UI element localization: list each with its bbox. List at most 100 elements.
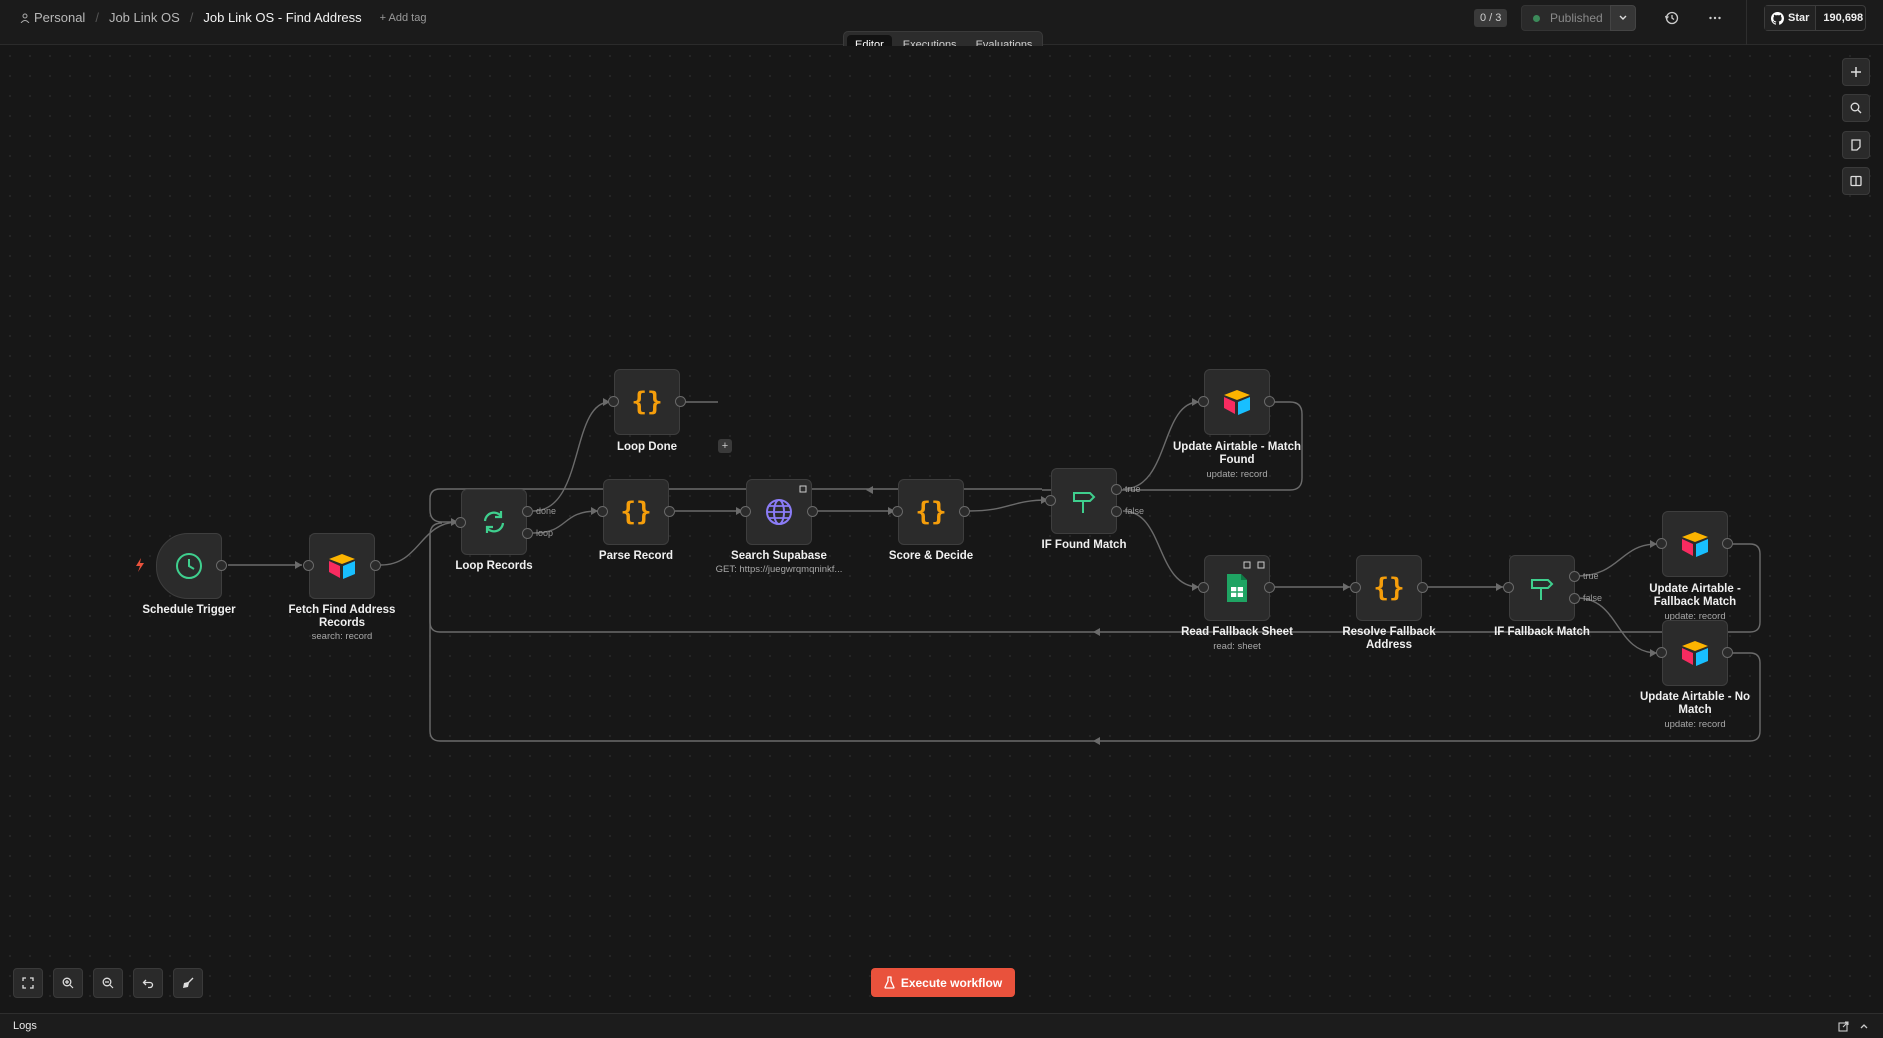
output-handle[interactable] [675,396,686,407]
fit-screen-icon [22,977,34,989]
output-handle-false[interactable] [1569,593,1580,604]
node-label: Update Airtable - No Match [1639,691,1751,716]
input-handle[interactable] [1198,396,1209,407]
sticky-note-button[interactable] [1842,131,1870,159]
node-label: Resolve Fallback Address [1342,626,1436,651]
code-icon: {} [915,497,947,527]
node-subtitle: update: record [1664,719,1726,730]
google-sheets-icon [1227,574,1247,602]
node-loop-records[interactable] [461,489,527,555]
node-loop-done[interactable]: {} [614,369,680,435]
airtable-icon [1682,532,1708,557]
arrowhead [1093,628,1100,636]
zoom-in-button[interactable] [53,968,83,998]
output-handle[interactable] [1417,582,1428,593]
add-node-panel-button[interactable] [1842,58,1870,86]
undo-button[interactable] [133,968,163,998]
input-handle[interactable] [1350,582,1361,593]
output-handle[interactable] [807,506,818,517]
input-handle[interactable] [1656,538,1667,549]
output-handle-true[interactable] [1569,571,1580,582]
branch-label-true: true [1125,484,1141,494]
output-handle[interactable] [664,506,675,517]
airtable-icon [329,554,355,579]
workflow-canvas[interactable]: Schedule Trigger Fetch Find Address Reco… [0,46,1883,1014]
input-handle[interactable] [1503,582,1514,593]
add-node-button[interactable]: + [718,439,732,453]
note-icon [1851,139,1861,151]
node-update-no-match[interactable] [1662,620,1728,686]
popout-icon[interactable] [1838,1021,1849,1032]
node-label: Update Airtable - Match Found [1172,441,1301,466]
code-icon: {} [620,497,652,527]
tidy-up-button[interactable] [173,968,203,998]
execute-label: Execute workflow [900,975,1003,990]
toggle-panel-button[interactable] [1842,167,1870,195]
node-subtitle: GET: https://juegwrqmqninkf... [715,564,843,575]
search-nodes-button[interactable] [1842,94,1870,122]
input-handle[interactable] [740,506,751,517]
loop-icon [483,511,505,533]
output-handle-loop[interactable] [522,528,533,539]
node-label: Loop Records [455,560,533,572]
logs-panel[interactable]: Logs [0,1013,1883,1038]
input-handle[interactable] [1198,582,1209,593]
input-handle[interactable] [1045,495,1056,506]
arrowhead [1343,583,1350,591]
branch-label-loop: loop [536,528,554,538]
output-handle[interactable] [959,506,970,517]
chevron-up-icon[interactable] [1859,1022,1869,1030]
airtable-icon [1682,641,1708,666]
node-label: IF Fallback Match [1494,626,1590,638]
node-if-fallback-match[interactable] [1509,555,1575,621]
arrowhead [1093,737,1100,745]
signpost-icon [1073,492,1096,513]
node-label: IF Found Match [1041,539,1127,551]
logs-title: Logs [13,1020,37,1032]
input-handle[interactable] [303,560,314,571]
node-resolve-fallback[interactable]: {} [1356,555,1422,621]
node-update-match-found[interactable] [1204,369,1270,435]
output-handle[interactable] [1264,582,1275,593]
output-handle[interactable] [1722,538,1733,549]
retry-icon [1257,561,1265,569]
retry-icon [799,485,807,493]
node-update-fallback-match[interactable] [1662,511,1728,577]
input-handle[interactable] [455,517,466,528]
output-handle-true[interactable] [1111,484,1122,495]
output-handle-false[interactable] [1111,506,1122,517]
flask-icon [884,976,895,989]
signpost-icon [1531,579,1554,600]
node-label: Search Supabase [731,550,827,562]
branch-label-done: done [536,506,557,516]
input-handle[interactable] [597,506,608,517]
output-handle[interactable] [1722,647,1733,658]
connection [968,499,1049,512]
node-subtitle: update: record [1206,469,1268,480]
trigger-bolt-icon [136,558,144,572]
output-handle[interactable] [216,560,227,571]
node-schedule-trigger[interactable] [156,533,222,599]
node-parse-record[interactable]: {} [603,479,669,545]
node-search-supabase[interactable] [746,479,812,545]
zoom-out-button[interactable] [93,968,123,998]
undo-icon [142,979,154,989]
node-fetch-records[interactable] [309,533,375,599]
arrowhead [866,486,873,494]
connection [380,521,459,566]
node-if-found-match[interactable] [1051,468,1117,534]
connection [532,401,611,512]
pin-icon [1243,561,1251,569]
output-handle[interactable] [1264,396,1275,407]
node-read-fallback-sheet[interactable] [1204,555,1270,621]
node-score-decide[interactable]: {} [898,479,964,545]
output-handle-done[interactable] [522,506,533,517]
output-handle[interactable] [370,560,381,571]
code-icon: {} [1373,573,1405,603]
fit-view-button[interactable] [13,968,43,998]
execute-workflow-button[interactable]: Execute workflow [871,968,1015,997]
arrowhead [295,561,302,569]
input-handle[interactable] [892,506,903,517]
input-handle[interactable] [1656,647,1667,658]
input-handle[interactable] [608,396,619,407]
